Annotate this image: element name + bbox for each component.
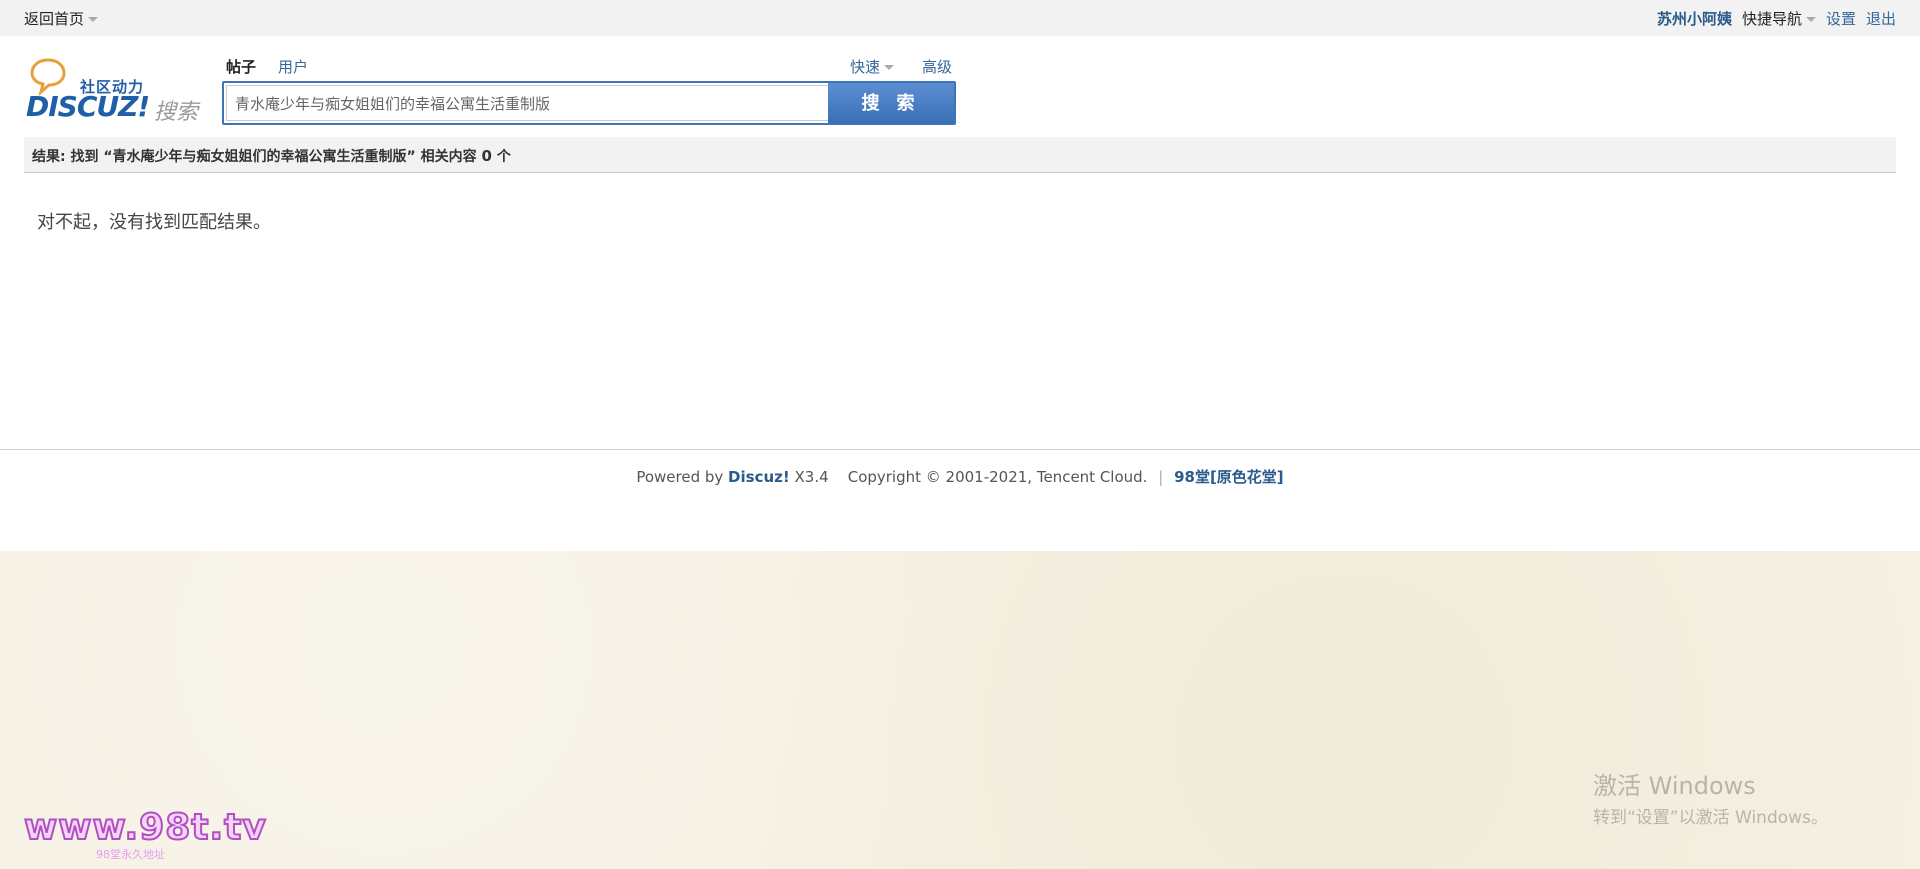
no-results-message: 对不起，没有找到匹配结果。 <box>37 212 271 233</box>
site-url-watermark: www.98t.tv 98堂永久地址 <box>23 807 267 862</box>
logo-wordmark: DISCUZ! <box>26 90 150 123</box>
advanced-search-link[interactable]: 高级 <box>922 56 952 77</box>
footer-separator: | <box>1158 468 1164 486</box>
discuz-link[interactable]: Discuz! <box>728 468 790 486</box>
home-link[interactable]: 返回首页 <box>24 8 99 29</box>
chevron-down-icon <box>884 65 895 70</box>
result-summary: 结果: 找到 “青水庵少年与痴女姐姐们的幸福公寓生活重制版” 相关内容 0 个 <box>24 137 1896 173</box>
copyright-text: Copyright © 2001-2021, Tencent Cloud. <box>847 468 1148 486</box>
settings-link[interactable]: 设置 <box>1826 8 1856 29</box>
result-summary-text: 结果: 找到 “青水庵少年与痴女姐姐们的幸福公寓生活重制版” 相关内容 <box>32 149 477 165</box>
quick-nav-label: 快捷导航 <box>1741 10 1802 28</box>
quick-search-label: 快速 <box>850 58 881 76</box>
version-text: X3.4 <box>794 468 829 486</box>
home-link-label: 返回首页 <box>24 10 85 28</box>
top-bar-right: 苏州小阿姨 快捷导航 设置 退出 <box>1657 8 1896 29</box>
search-button[interactable]: 搜 索 <box>828 83 954 123</box>
watermark-subtitle: 转到“设置”以激活 Windows。 <box>1593 808 1828 828</box>
page-content: 返回首页 苏州小阿姨 快捷导航 设置 退出 社区动力 DISCUZ! 搜索 帖子… <box>0 0 1920 551</box>
tab-posts[interactable]: 帖子 <box>226 56 256 88</box>
footer: Powered by Discuz! X3.4 Copyright © 2001… <box>0 466 1920 487</box>
site-url-text: www.98t.tv <box>23 807 267 849</box>
site-logo[interactable]: 社区动力 DISCUZ! 搜索 <box>24 54 204 125</box>
quick-search-dropdown[interactable]: 快速 <box>850 56 895 77</box>
site-name-link[interactable]: 98堂[原色花堂] <box>1174 468 1284 486</box>
tab-users[interactable]: 用户 <box>278 56 308 81</box>
site-url-subtext: 98堂永久地址 <box>96 848 165 861</box>
quick-nav-menu[interactable]: 快捷导航 <box>1742 8 1816 29</box>
search-input[interactable] <box>226 85 830 121</box>
powered-by-text: Powered by <box>636 468 724 486</box>
search-type-tabs: 帖子 用户 <box>226 56 308 88</box>
chevron-down-icon <box>88 17 99 22</box>
search-form: 搜 索 <box>222 81 956 125</box>
result-count: 0 <box>481 147 492 165</box>
footer-divider <box>0 449 1920 450</box>
logout-link[interactable]: 退出 <box>1866 8 1896 29</box>
watermark-title: 激活 Windows <box>1593 772 1756 800</box>
result-unit: 个 <box>496 149 511 165</box>
chevron-down-icon <box>1805 17 1816 22</box>
logo-search-word: 搜索 <box>154 100 199 125</box>
username-link[interactable]: 苏州小阿姨 <box>1657 8 1732 29</box>
top-bar: 返回首页 苏州小阿姨 快捷导航 设置 退出 <box>0 0 1920 36</box>
windows-activation-watermark: 激活 Windows 转到“设置”以激活 Windows。 <box>1593 766 1828 828</box>
